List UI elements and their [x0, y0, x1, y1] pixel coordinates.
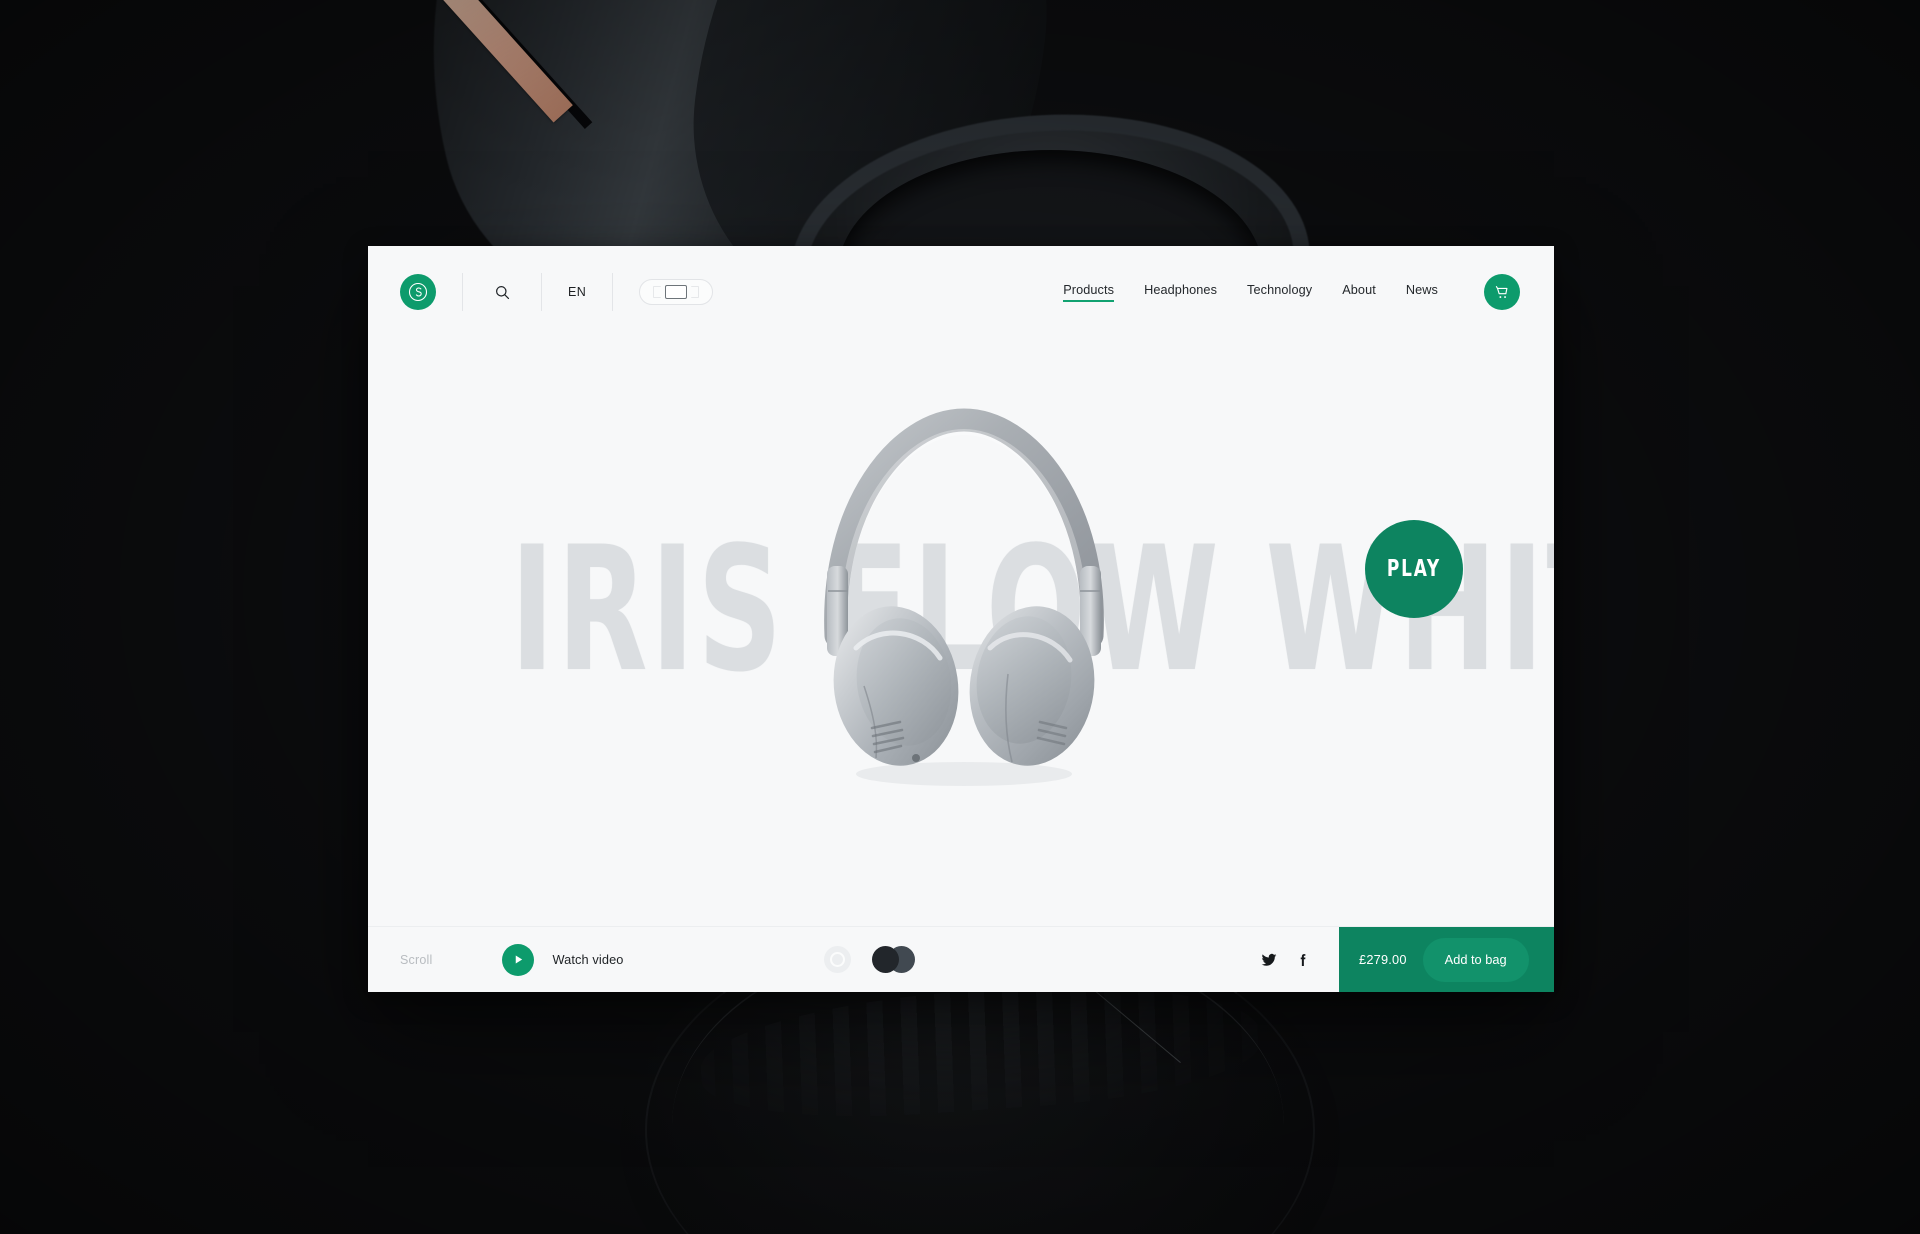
- site-header: EN Products Headphones Technology About …: [368, 246, 1554, 338]
- purchase-panel: £279.00 Add to bag: [1339, 926, 1554, 992]
- play-small-circle: [502, 943, 535, 976]
- view-toggle-center-icon: [665, 285, 688, 299]
- scroll-hint[interactable]: Scroll: [400, 953, 432, 967]
- nav-item-about[interactable]: About: [1342, 283, 1376, 302]
- nav-item-technology[interactable]: Technology: [1247, 283, 1312, 302]
- header-left-group: EN: [400, 269, 714, 315]
- product-price: £279.00: [1359, 952, 1407, 967]
- view-size-toggle[interactable]: [639, 279, 714, 305]
- color-swatch-black[interactable]: [871, 946, 899, 973]
- twitter-share-button[interactable]: [1261, 952, 1277, 968]
- headphones-illustration-icon: [824, 408, 1104, 786]
- facebook-icon: [1300, 953, 1306, 966]
- social-links: [1261, 952, 1311, 968]
- color-swatch-white[interactable]: [823, 946, 851, 973]
- play-triangle-icon: [515, 955, 523, 964]
- header-divider-2: [541, 273, 542, 311]
- view-toggle-right-icon: [691, 286, 700, 298]
- color-swatch-group: [823, 946, 915, 973]
- header-divider-3: [612, 273, 614, 311]
- watch-video-button[interactable]: Watch video: [502, 943, 624, 976]
- nav-item-products[interactable]: Products: [1063, 283, 1114, 302]
- watch-video-label: Watch video: [552, 952, 624, 967]
- shopping-cart-icon: [1495, 285, 1507, 298]
- hero-section: IRIS FLOW WHITE: [368, 338, 1554, 928]
- main-navigation: Products Headphones Technology About New…: [1063, 274, 1520, 310]
- facebook-share-button[interactable]: [1295, 952, 1311, 968]
- play-video-button[interactable]: PLAY: [1365, 520, 1463, 618]
- cart-button[interactable]: [1484, 274, 1520, 310]
- nav-item-headphones[interactable]: Headphones: [1144, 283, 1217, 302]
- product-page-card: EN Products Headphones Technology About …: [368, 246, 1554, 992]
- product-image-headphones: [804, 386, 1124, 786]
- view-toggle-left-icon: [653, 286, 662, 298]
- twitter-icon: [1261, 953, 1277, 966]
- add-to-bag-button[interactable]: Add to bag: [1422, 937, 1529, 982]
- swirl-s-logo-icon: [408, 282, 428, 302]
- product-footer-bar: Scroll Watch video £279.00 Add to bag: [368, 926, 1554, 992]
- language-selector[interactable]: EN: [568, 285, 586, 299]
- brand-logo[interactable]: [400, 274, 436, 310]
- header-divider-1: [462, 273, 463, 311]
- nav-item-news[interactable]: News: [1406, 283, 1438, 302]
- search-button[interactable]: [489, 279, 515, 305]
- play-button-label: PLAY: [1386, 556, 1442, 582]
- search-icon: [495, 285, 509, 299]
